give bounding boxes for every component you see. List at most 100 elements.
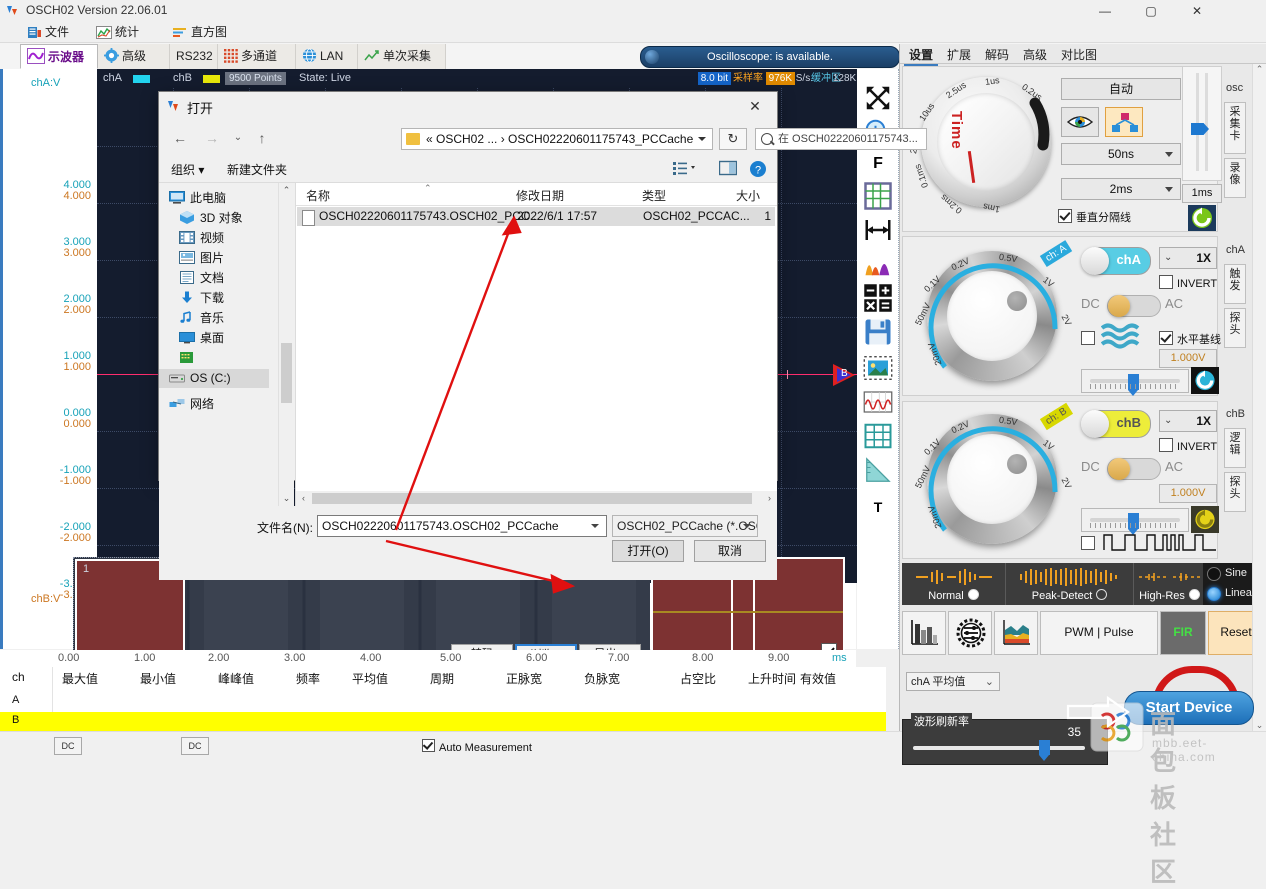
tab-rs232[interactable]: RS232 <box>170 44 218 69</box>
filetype-combo[interactable]: OSCH02_PCCache (*.OSCH02 <box>612 515 758 537</box>
average-measure-combo[interactable]: chA 平均值 ⌄ <box>906 672 1000 691</box>
preview-pane-button[interactable] <box>718 160 738 179</box>
channel-b-dc-label[interactable]: DC <box>1081 459 1100 474</box>
text-tool-icon[interactable]: T <box>863 497 893 527</box>
fir-button[interactable]: FIR <box>1160 611 1206 655</box>
side-tab-capture-card[interactable]: 采集卡 <box>1224 102 1246 154</box>
channel-b-ac-label[interactable]: AC <box>1165 459 1183 474</box>
chevron-down-icon[interactable] <box>591 524 599 528</box>
auto-button[interactable]: 自动 <box>1061 78 1181 100</box>
nav-item-videos[interactable]: 视频 <box>179 229 224 248</box>
file-list-row[interactable]: OSCH02220601175743.OSCH02_PCC... 2022/6/… <box>297 207 775 226</box>
channel-b-probe-combo[interactable]: ⌄ 1X <box>1159 410 1217 432</box>
calculator-icon[interactable] <box>863 283 893 313</box>
spreadsheet-icon[interactable] <box>863 421 893 451</box>
channel-b-offset-slider[interactable] <box>1081 508 1189 535</box>
new-folder-button[interactable]: 新建文件夹 <box>227 161 287 178</box>
nav-item-documents[interactable]: 文档 <box>179 269 224 288</box>
vertical-divider-checkbox[interactable]: 垂直分隔线 <box>1058 209 1131 225</box>
minimize-button[interactable]: — <box>1082 0 1128 22</box>
channel-b-coupling-toggle[interactable] <box>1107 458 1161 480</box>
nav-back-button[interactable]: ← <box>169 126 191 150</box>
channel-a-ac-label[interactable]: AC <box>1165 296 1183 311</box>
dialog-close-button[interactable]: ✕ <box>733 92 777 120</box>
image-export-icon[interactable] <box>863 353 893 383</box>
timebase-vertical-slider[interactable] <box>1182 66 1222 181</box>
coupling-dc-left[interactable]: DC <box>54 737 82 755</box>
nav-item-network[interactable]: 网络 <box>169 395 214 414</box>
organize-menu[interactable]: 组织 ▾ <box>171 161 204 178</box>
channel-b-invert-checkbox[interactable]: INVERT <box>1159 438 1217 453</box>
acq-high-res-radio[interactable] <box>1188 589 1200 600</box>
channel-b-enable-toggle[interactable]: chB <box>1081 410 1151 438</box>
dialog-cancel-button[interactable]: 取消 <box>694 540 766 562</box>
tab-oscilloscope[interactable]: 示波器 <box>20 44 98 69</box>
tab-lan[interactable]: LAN <box>296 44 358 69</box>
ruler-triangle-icon[interactable] <box>863 455 893 485</box>
acq-peak-detect-radio[interactable] <box>1096 589 1108 600</box>
timebase-ms-combo[interactable]: 2ms <box>1061 178 1181 200</box>
help-button[interactable]: ? <box>749 160 767 181</box>
menu-item-file[interactable]: 文件 <box>28 24 69 41</box>
close-button[interactable]: ✕ <box>1174 0 1220 22</box>
grid-table-icon[interactable] <box>863 181 893 211</box>
area-chart-button[interactable] <box>994 611 1038 655</box>
channel-a-wave-checkbox[interactable] <box>1081 331 1099 346</box>
interp-sine-radio[interactable] <box>1207 567 1221 581</box>
nav-item-pictures[interactable]: 图片 <box>179 249 224 268</box>
tab-single-capture[interactable]: 单次采集 <box>358 44 446 69</box>
channel-a-enable-toggle[interactable]: chA <box>1081 247 1151 275</box>
save-floppy-icon[interactable] <box>863 317 893 347</box>
nav-pane-scrollbar[interactable]: ⌃ ⌄ <box>278 183 294 506</box>
horizontal-measure-icon[interactable] <box>863 215 893 245</box>
maximize-button[interactable]: ▢ <box>1128 0 1174 22</box>
waveform-window-icon[interactable] <box>863 387 893 417</box>
expand-arrows-icon[interactable] <box>863 83 893 113</box>
menu-item-histogram[interactable]: 直方图 <box>172 24 227 41</box>
side-tab-logic[interactable]: 逻辑 <box>1224 428 1246 468</box>
timebase-refresh-button[interactable] <box>1188 205 1216 231</box>
interp-linear-radio[interactable] <box>1207 587 1221 601</box>
nav-item-3d-objects[interactable]: 3D 对象 <box>179 209 243 228</box>
tab-advanced[interactable]: 高级 <box>98 44 170 69</box>
right-panel-scrollbar[interactable]: ⌃ ⌄ <box>1252 64 1266 731</box>
dialog-open-button[interactable]: 打开(O) <box>612 540 684 562</box>
chevron-down-icon[interactable] <box>698 137 706 141</box>
pwm-pulse-button[interactable]: PWM | Pulse <box>1040 611 1158 655</box>
column-type[interactable]: 类型 <box>642 187 666 204</box>
coupling-dc-right[interactable]: DC <box>181 737 209 755</box>
channel-a-dc-label[interactable]: DC <box>1081 296 1100 311</box>
square-wave-icon[interactable] <box>1103 530 1217 554</box>
acq-normal-radio[interactable] <box>967 589 979 600</box>
nav-forward-button[interactable]: → <box>201 126 223 150</box>
nav-item-this-pc[interactable]: 此电脑 <box>169 189 226 208</box>
settings-gear-button[interactable] <box>948 611 992 655</box>
nav-item-downloads[interactable]: 下载 <box>179 289 224 308</box>
nav-scroll-down-icon[interactable]: ⌄ <box>279 491 294 506</box>
list-scroll-right-icon[interactable]: › <box>762 491 777 506</box>
channel-a-offset-slider[interactable] <box>1081 369 1189 396</box>
side-tab-probe-b[interactable]: 探头 <box>1224 472 1246 512</box>
trigger-shape-icon-button[interactable] <box>1105 107 1143 137</box>
nav-item-green-drive[interactable] <box>179 349 200 368</box>
channel-a-coupling-toggle[interactable] <box>1107 295 1161 317</box>
breadcrumb-bar[interactable]: « OSCH02 ... › OSCH02220601175743_PCCach… <box>401 128 713 150</box>
refresh-rate-slider-handle[interactable] <box>1039 740 1050 761</box>
list-scroll-left-icon[interactable]: ‹ <box>296 491 311 506</box>
rtab-extension[interactable]: 扩展 <box>942 46 976 64</box>
column-name[interactable]: 名称 <box>306 187 330 204</box>
column-date[interactable]: 修改日期 <box>516 187 564 204</box>
eye-color-icon-button[interactable] <box>1061 107 1099 137</box>
channel-a-baseline-checkbox[interactable]: 水平基线 <box>1159 331 1221 347</box>
nav-up-button[interactable]: ↑ <box>251 126 273 150</box>
side-tab-recording[interactable]: 录像 <box>1224 158 1246 198</box>
rtab-compare[interactable]: 对比图 <box>1056 46 1102 64</box>
rtab-advanced[interactable]: 高级 <box>1018 46 1052 64</box>
list-view-button[interactable] <box>673 160 697 179</box>
side-tab-trigger[interactable]: 触发 <box>1224 264 1246 304</box>
side-tab-probe-a[interactable]: 探头 <box>1224 308 1246 348</box>
f-letter-icon[interactable]: F <box>863 153 893 183</box>
file-list-scrollbar[interactable]: ‹ › <box>296 491 777 506</box>
auto-measurement-checkbox[interactable]: Auto Measurement <box>422 739 532 754</box>
column-size[interactable]: 大小 <box>736 187 760 204</box>
